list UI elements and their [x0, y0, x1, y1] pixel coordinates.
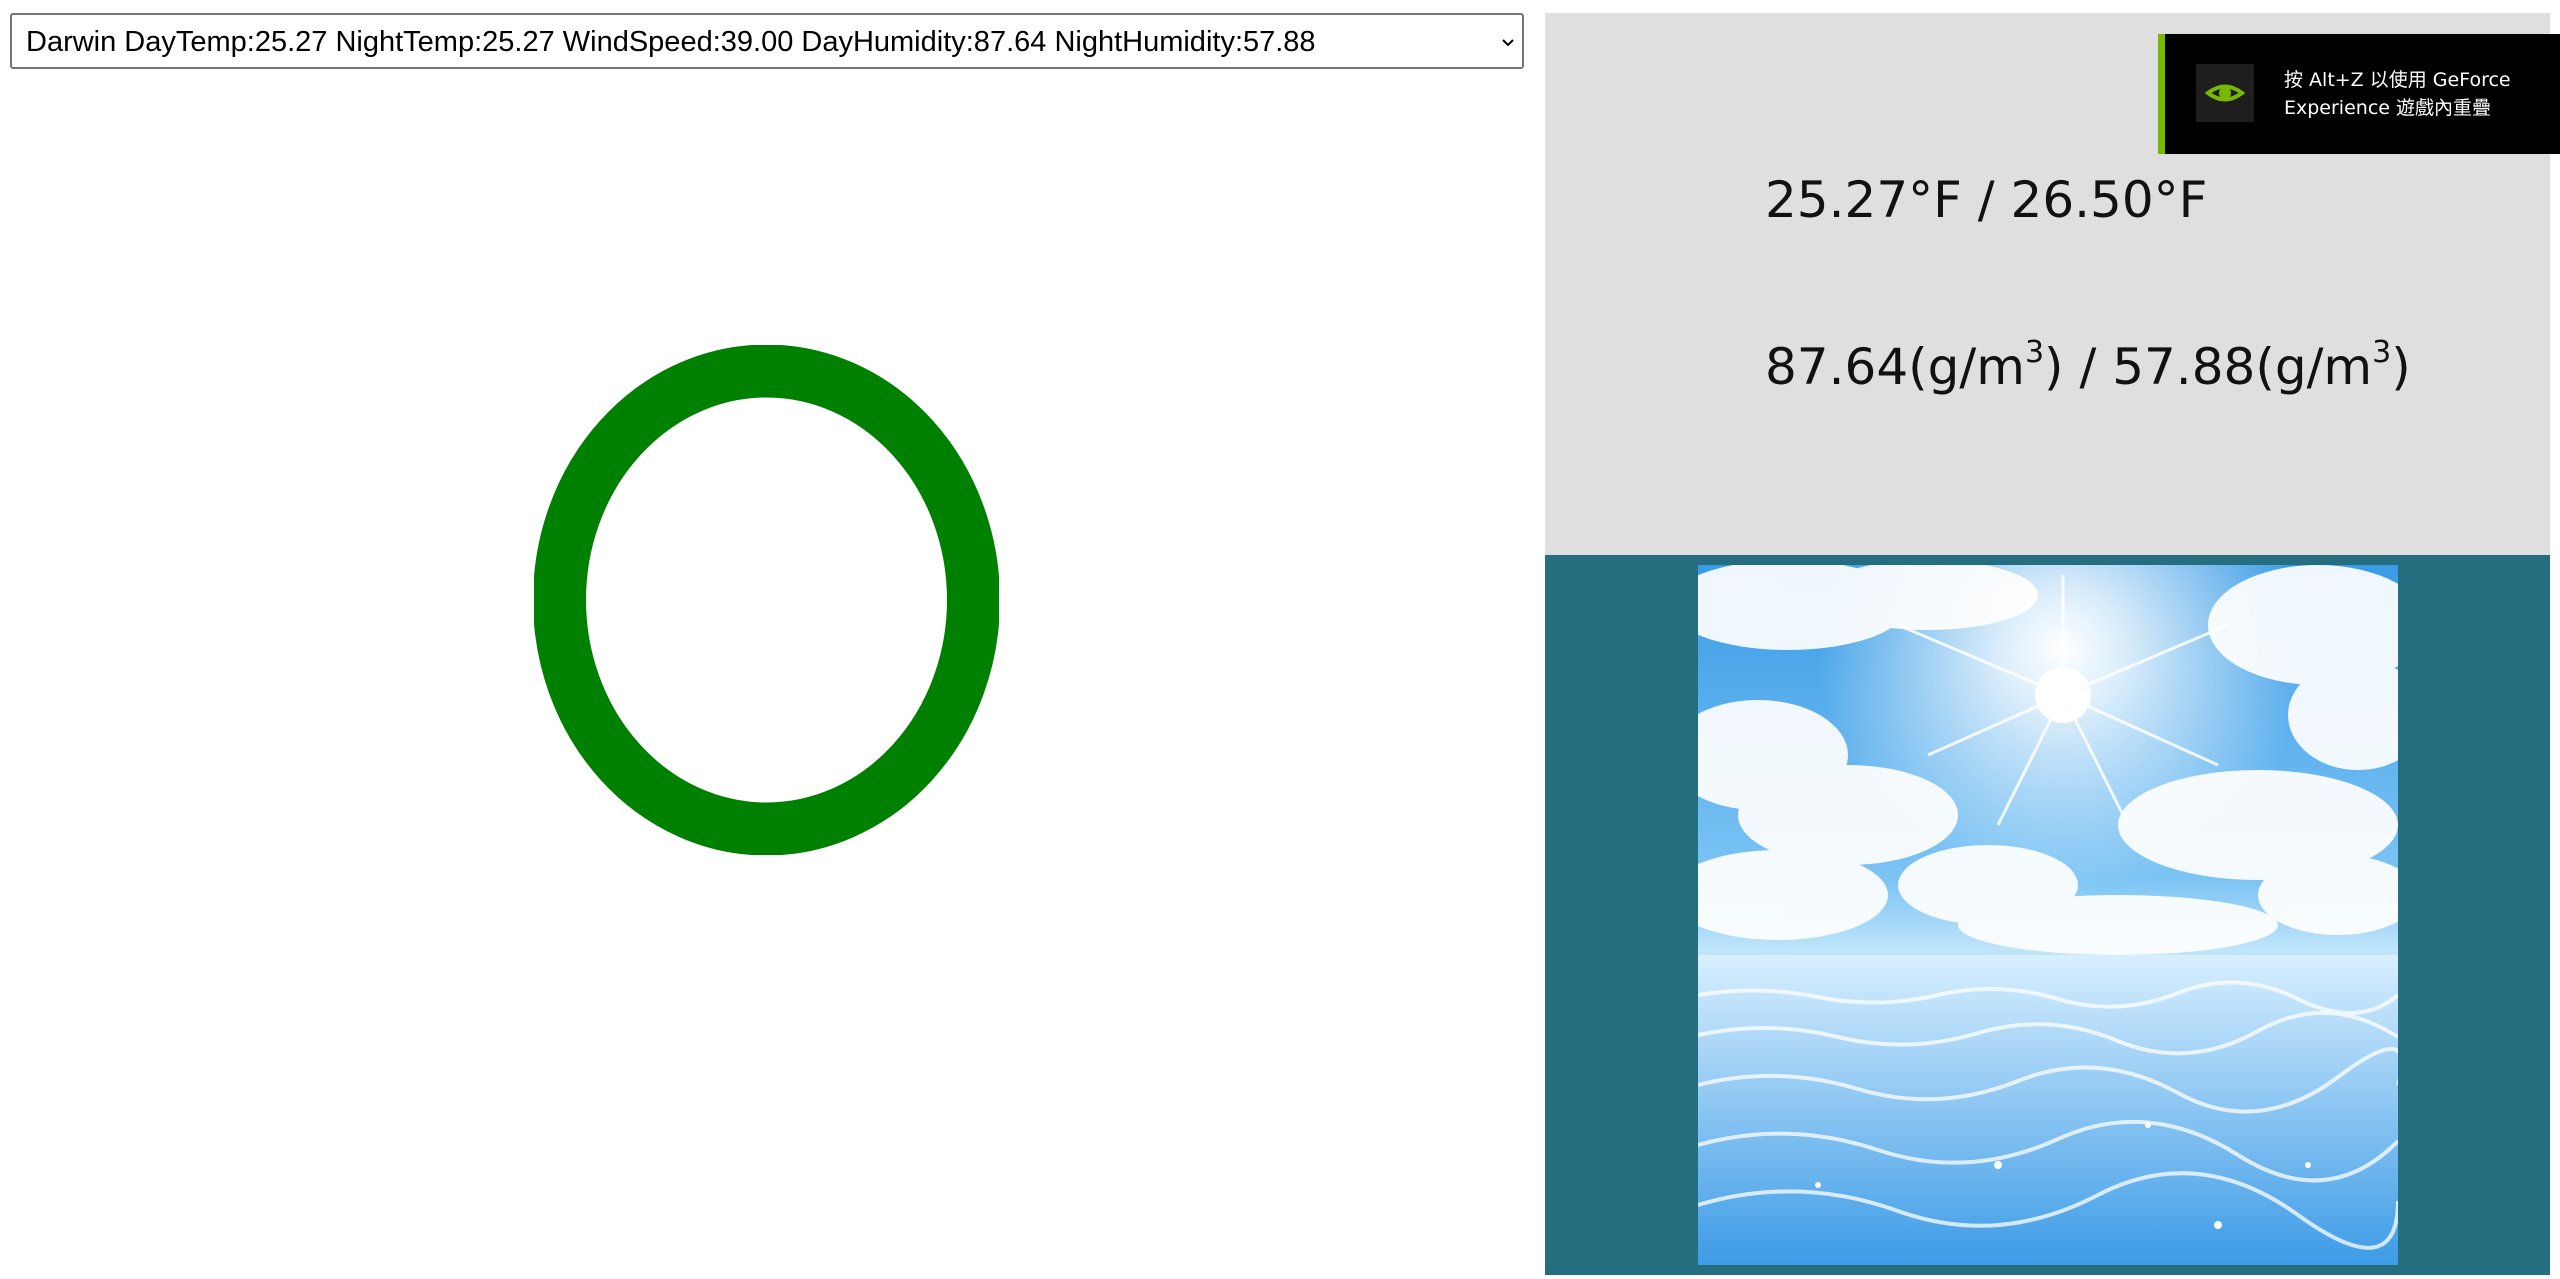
humidity-unit-power: 3: [2024, 335, 2045, 370]
humidity-separator: /: [2063, 338, 2113, 396]
left-pane: Darwin DayTemp:25.27 NightTemp:25.27 Win…: [0, 0, 1540, 1279]
nvidia-icon: [2196, 64, 2254, 122]
day-humidity-value: 87.64: [1765, 338, 1909, 396]
humidity-text: 87.64(g/m3) / 57.88(g/m3): [1765, 335, 2411, 397]
night-humidity-value: 57.88: [2112, 338, 2256, 396]
city-select-value: Darwin DayTemp:25.27 NightTemp:25.27 Win…: [26, 26, 1316, 58]
overlay-message-line-2: Experience 遊戲內重疊: [2284, 97, 2491, 119]
humidity-unit-power-2: 3: [2372, 335, 2392, 370]
humidity-unit-open: (g/m: [1908, 338, 2025, 396]
city-select-dropdown[interactable]: Darwin DayTemp:25.27 NightTemp:25.27 Win…: [10, 13, 1524, 69]
humidity-unit-open-2: (g/m: [2255, 338, 2373, 396]
temperature-text: 25.27°F / 26.50°F: [1765, 171, 2208, 229]
overlay-message: 按 Alt+Z 以使用 GeForce Experience 遊戲內重疊: [2284, 66, 2554, 122]
sunny-sky-over-water-image: [1698, 565, 2398, 1265]
right-pane: 25.27°F / 26.50°F 87.64(g/m3) / 57.88(g/…: [1545, 13, 2550, 1275]
humidity-unit-close: ): [2044, 338, 2064, 396]
humidity-unit-close-2: ): [2391, 338, 2411, 396]
overlay-message-line-1: 按 Alt+Z 以使用 GeForce: [2284, 69, 2511, 91]
status-symbol: O: [534, 345, 999, 855]
page: Darwin DayTemp:25.27 NightTemp:25.27 Win…: [0, 0, 2560, 1279]
chevron-down-icon: [1502, 39, 1514, 47]
overlay-accent-bar: [2158, 34, 2165, 154]
status-symbol-ring: [534, 345, 999, 855]
status-symbol-letter: O: [534, 345, 535, 346]
geforce-overlay-notification: 按 Alt+Z 以使用 GeForce Experience 遊戲內重疊: [2158, 34, 2560, 154]
weather-image-panel: [1545, 555, 2550, 1275]
